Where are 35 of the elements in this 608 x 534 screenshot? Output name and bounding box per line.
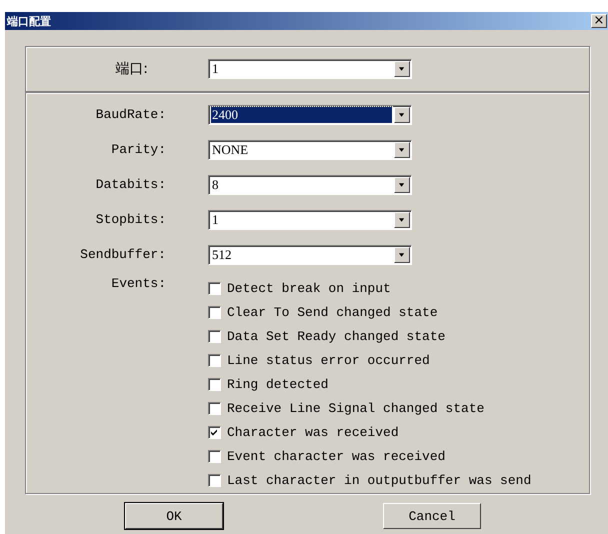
- events-label: Events:: [110, 276, 167, 293]
- setting-label: BaudRate:: [94, 107, 167, 122]
- event-option-label: Character was received: [227, 424, 399, 440]
- checkbox[interactable]: [208, 282, 221, 294]
- port-dropdown[interactable]: 1: [208, 59, 412, 79]
- checkbox[interactable]: [208, 306, 221, 318]
- checkbox[interactable]: [208, 474, 221, 486]
- setting-label: Databits:: [94, 177, 167, 192]
- setting-label: Stopbits:: [94, 212, 167, 227]
- checkbox[interactable]: [208, 402, 221, 414]
- dialog-button[interactable]: OK: [125, 503, 223, 529]
- setting-dropdown[interactable]: 512: [208, 244, 412, 264]
- event-option-label: Clear To Send changed state: [227, 304, 438, 320]
- checkbox[interactable]: [208, 426, 221, 438]
- port-label: 端口:: [114, 60, 149, 78]
- event-option-label: Line status error occurred: [227, 352, 430, 368]
- event-option-label: Last character in outputbuffer was send: [227, 472, 532, 488]
- checkbox[interactable]: [208, 330, 221, 342]
- setting-dropdown[interactable]: 2400: [208, 104, 412, 124]
- window-title: 端口配置: [7, 14, 51, 28]
- setting-dropdown[interactable]: NONE: [208, 140, 412, 160]
- setting-label: Sendbuffer:: [79, 247, 167, 262]
- setting-dropdown[interactable]: 1: [208, 210, 412, 230]
- event-option-label: Event character was received: [227, 448, 446, 464]
- event-option-label: Detect break on input: [227, 280, 391, 296]
- event-option-label: Ring detected: [227, 376, 328, 392]
- checkbox[interactable]: [208, 378, 221, 390]
- checkbox[interactable]: [208, 354, 221, 366]
- setting-dropdown[interactable]: 8: [208, 174, 412, 194]
- event-option-label: Data Set Ready changed state: [227, 328, 446, 344]
- close-button[interactable]: ×: [591, 14, 607, 28]
- event-option-label: Receive Line Signal changed state: [227, 400, 484, 416]
- dialog-button[interactable]: Cancel: [383, 503, 481, 529]
- checkbox[interactable]: [208, 450, 221, 462]
- setting-label: Parity:: [110, 142, 167, 157]
